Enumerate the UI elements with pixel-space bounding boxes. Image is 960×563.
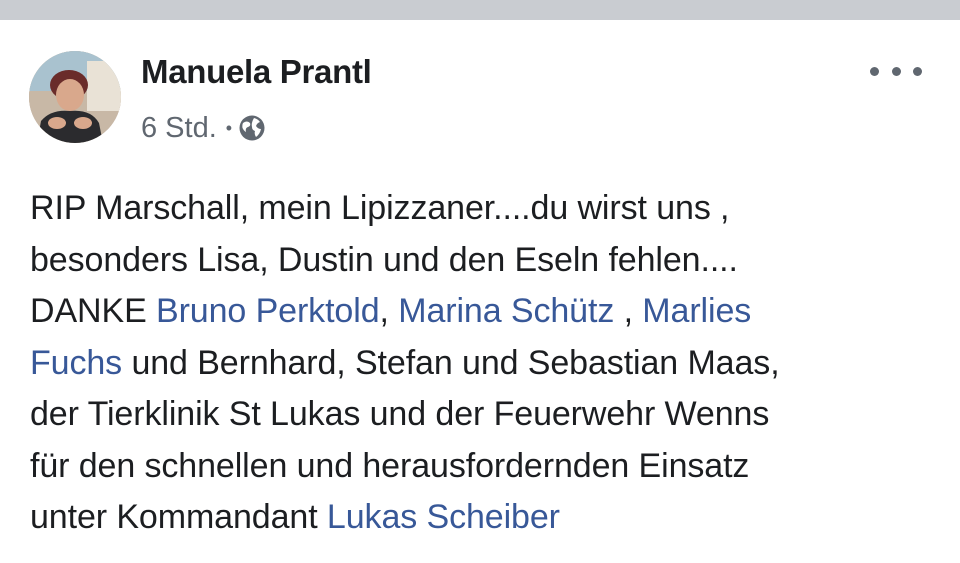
globe-icon bbox=[239, 115, 265, 141]
dot bbox=[913, 66, 922, 76]
post-text-line: für den schnellen und herausfordernden E… bbox=[30, 446, 750, 485]
post-timestamp[interactable]: 6 Std. bbox=[141, 112, 217, 145]
post-text-line: Fuchs und Bernhard, Stefan und Sebastian… bbox=[30, 338, 935, 390]
text-segment: und Bernhard, Stefan und Sebastian Maas, bbox=[122, 343, 780, 382]
tag-bruno-perktold[interactable]: Bruno Perktold bbox=[156, 292, 380, 330]
profile-photo bbox=[29, 51, 121, 143]
dot bbox=[870, 66, 879, 76]
post-text-line: der Tierklinik St Lukas und der Feuerweh… bbox=[30, 395, 770, 433]
tag-marina-schuetz[interactable]: Marina Schütz bbox=[398, 292, 614, 330]
text-segment: unter Kommandant bbox=[30, 498, 327, 536]
avatar[interactable] bbox=[29, 51, 121, 143]
post-text-line: unter Kommandant Lukas Scheiber bbox=[30, 492, 935, 544]
tag-lukas-scheiber[interactable]: Lukas Scheiber bbox=[327, 498, 560, 536]
text-segment: DANKE bbox=[30, 292, 156, 330]
post-meta: 6 Std. • bbox=[141, 108, 266, 148]
author-name[interactable]: Manuela Prantl bbox=[141, 53, 372, 91]
more-options-icon[interactable] bbox=[870, 56, 922, 86]
meta-separator: • bbox=[225, 118, 233, 138]
dot bbox=[891, 66, 901, 76]
post-text: RIP Marschall, mein Lipizzaner....du wir… bbox=[30, 183, 935, 544]
tag-marlies-fuchs[interactable]: Marlies bbox=[642, 292, 751, 330]
text-segment: , bbox=[379, 292, 399, 330]
post-text-line: DANKE Bruno Perktold, Marina Schütz , Ma… bbox=[30, 286, 935, 338]
text-segment: , bbox=[614, 292, 643, 330]
post-text-line: besonders Lisa, Dustin und den Eseln feh… bbox=[30, 240, 738, 279]
tag-marlies-fuchs[interactable]: Fuchs bbox=[30, 344, 122, 382]
feed-divider bbox=[0, 0, 960, 20]
post-text-line: RIP Marschall, mein Lipizzaner....du wir… bbox=[30, 189, 730, 227]
post-card: Manuela Prantl 6 Std. • RIP Marschall, m… bbox=[0, 20, 960, 563]
